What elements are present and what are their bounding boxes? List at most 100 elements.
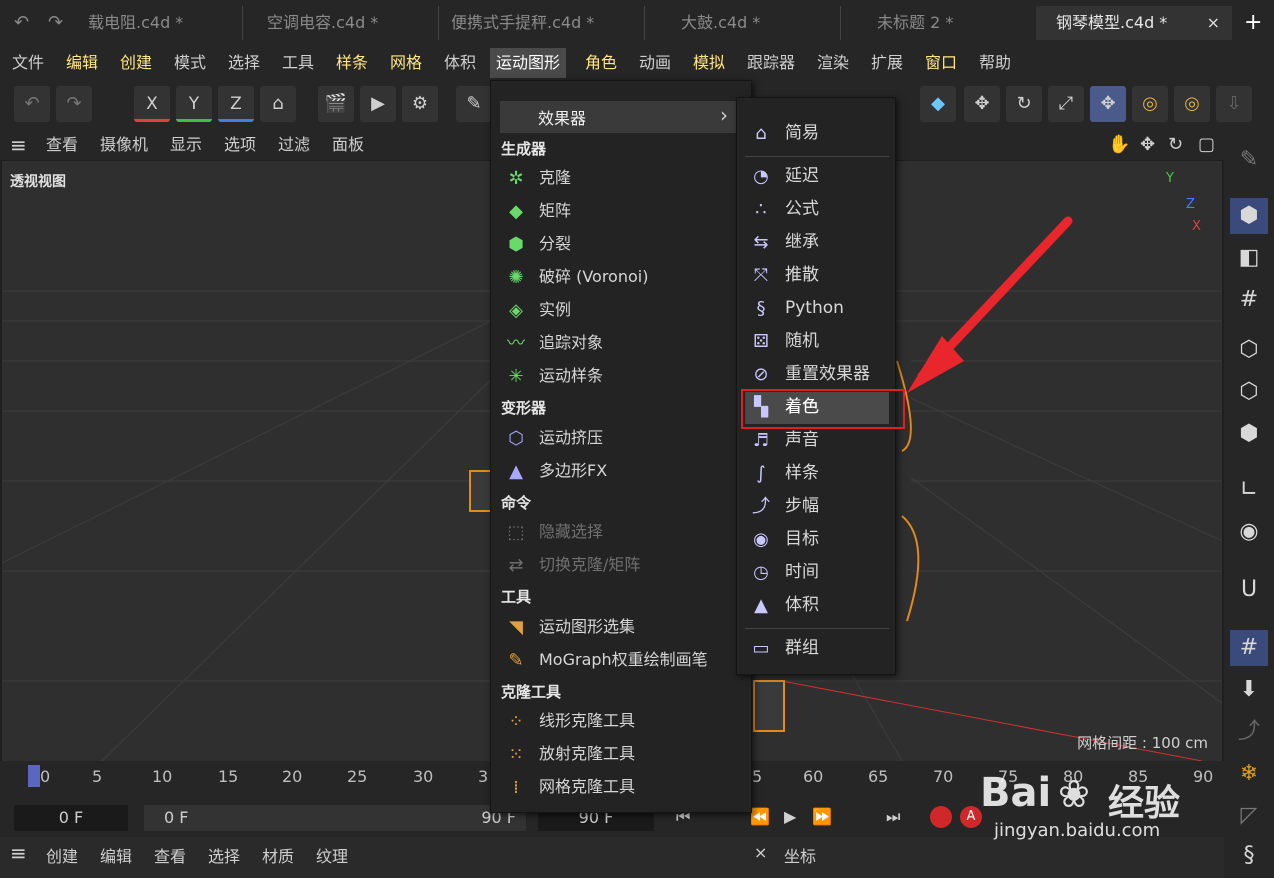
python-script-icon[interactable]: § bbox=[1230, 838, 1268, 874]
menu-tools[interactable]: 工具 bbox=[276, 48, 320, 78]
start-frame-field[interactable]: 0 F 90 F bbox=[144, 805, 526, 831]
vp-menu-camera[interactable]: 摄像机 bbox=[100, 130, 148, 160]
menu-file[interactable]: 文件 bbox=[6, 48, 50, 78]
add-tab-button[interactable]: + bbox=[1244, 10, 1262, 35]
move-active-icon[interactable]: ✥ bbox=[1090, 86, 1126, 122]
submenu-item-python[interactable]: § Python bbox=[745, 293, 889, 323]
submenu-item-inheritance[interactable]: ⇆ 继承 bbox=[745, 227, 889, 257]
menu-item-polyfx[interactable]: ▲ 多边形FX bbox=[501, 456, 741, 486]
menu-item-instance[interactable]: ◈ 实例 bbox=[501, 295, 741, 325]
prev-key-icon[interactable]: ⏪ bbox=[750, 807, 770, 826]
menu-item-grid-clone[interactable]: ⁞ 网格克隆工具 bbox=[501, 772, 741, 802]
menu-edit[interactable]: 编辑 bbox=[60, 48, 104, 78]
submenu-item-sound[interactable]: ♬ 声音 bbox=[745, 425, 889, 455]
menu-spline[interactable]: 样条 bbox=[330, 48, 374, 78]
vp-menu-panel[interactable]: 面板 bbox=[332, 130, 364, 160]
menu-mode[interactable]: 模式 bbox=[168, 48, 212, 78]
menu-tracker[interactable]: 跟踪器 bbox=[741, 48, 801, 78]
redo-icon[interactable]: ↷ bbox=[56, 86, 92, 122]
tab-6[interactable]: 钢琴模型.c4d * × bbox=[1036, 6, 1232, 40]
render-view-icon[interactable]: 🎬 bbox=[318, 86, 354, 122]
submenu-item-random[interactable]: ⚄ 随机 bbox=[745, 326, 889, 356]
menu-create[interactable]: 创建 bbox=[114, 48, 158, 78]
material-menu-select[interactable]: 选择 bbox=[208, 843, 240, 867]
menu-item-matrix[interactable]: ◆ 矩阵 bbox=[501, 196, 741, 226]
menu-help[interactable]: 帮助 bbox=[973, 48, 1017, 78]
menu-animate[interactable]: 动画 bbox=[633, 48, 677, 78]
tab-3[interactable]: 便携式手提秤.c4d * bbox=[438, 6, 644, 40]
maximize-view-icon[interactable]: ▢ bbox=[1198, 130, 1215, 160]
cube-icon[interactable]: ◆ bbox=[920, 86, 956, 122]
edges-mode-icon[interactable]: ⬡ bbox=[1230, 374, 1268, 410]
hand-icon[interactable]: ✋ bbox=[1108, 130, 1130, 160]
floor-icon[interactable]: ⬇ bbox=[1230, 672, 1268, 708]
menu-render[interactable]: 渲染 bbox=[811, 48, 855, 78]
vp-menu-view[interactable]: 查看 bbox=[46, 130, 78, 160]
material-menu-create[interactable]: 创建 bbox=[46, 843, 78, 867]
layer-icon[interactable]: ◸ bbox=[1230, 798, 1268, 834]
material-menu-edit[interactable]: 编辑 bbox=[100, 843, 132, 867]
auto-key-icon[interactable]: A bbox=[960, 806, 982, 828]
submenu-item-spline[interactable]: ∫ 样条 bbox=[745, 458, 889, 488]
z-axis-button[interactable]: Z bbox=[218, 86, 254, 122]
menu-mesh[interactable]: 网格 bbox=[384, 48, 428, 78]
hamburger-icon[interactable]: ≡ bbox=[10, 841, 27, 865]
coordinate-system-icon[interactable]: ⌂ bbox=[260, 86, 296, 122]
render-settings-icon[interactable]: ⚙ bbox=[402, 86, 438, 122]
go-end-icon[interactable]: ⏭ bbox=[886, 807, 900, 827]
edit-icon[interactable]: ✎ bbox=[1230, 142, 1268, 178]
next-key-icon[interactable]: ⏩ bbox=[812, 807, 832, 826]
menu-item-linear-clone[interactable]: ⁘ 线形克隆工具 bbox=[501, 706, 741, 736]
menu-mograph[interactable]: 运动图形 bbox=[490, 48, 567, 78]
close-icon[interactable]: × bbox=[754, 843, 767, 862]
current-frame-field[interactable]: 0 F bbox=[14, 805, 128, 831]
axis-lock-icon[interactable]: ⤴ bbox=[1230, 714, 1268, 750]
undo-icon[interactable]: ↶ bbox=[14, 86, 50, 122]
y-axis-button[interactable]: Y bbox=[176, 86, 212, 122]
menu-simulate[interactable]: 模拟 bbox=[687, 48, 731, 78]
move-view-icon[interactable]: ✥ bbox=[1140, 130, 1155, 160]
menu-item-tracer[interactable]: 〰追踪对象 bbox=[501, 328, 741, 358]
vp-menu-display[interactable]: 显示 bbox=[170, 130, 202, 160]
menu-window[interactable]: 窗口 bbox=[919, 48, 963, 78]
tab-2[interactable]: 空调电容.c4d * bbox=[242, 6, 437, 40]
menu-item-weight-brush[interactable]: ✎ MoGraph权重绘制画笔 bbox=[501, 645, 741, 675]
material-menu-material[interactable]: 材质 bbox=[262, 843, 294, 867]
submenu-item-shader[interactable]: ▚ 着色 bbox=[745, 392, 889, 422]
pen-icon[interactable]: ✎ bbox=[456, 86, 492, 122]
submenu-item-target[interactable]: ◉ 目标 bbox=[745, 524, 889, 554]
scale-icon[interactable]: ⤢ bbox=[1048, 86, 1084, 122]
render-picture-viewer-icon[interactable]: ▶ bbox=[360, 86, 396, 122]
record-icon[interactable] bbox=[930, 806, 952, 828]
rotate-icon[interactable]: ↻ bbox=[1006, 86, 1042, 122]
submenu-item-reeffector[interactable]: ⊘ 重置效果器 bbox=[745, 359, 889, 389]
menu-item-motion-spline[interactable]: ✳ 运动样条 bbox=[501, 361, 741, 391]
snap-icon[interactable]: ◎ bbox=[1132, 86, 1168, 122]
axis-mode-icon[interactable]: ∟ bbox=[1230, 472, 1268, 508]
model-mode-icon[interactable]: ⬢ bbox=[1230, 198, 1268, 234]
tab-5[interactable]: 未标题 2 * bbox=[840, 6, 1036, 40]
tab-1[interactable]: 载电阻.c4d * bbox=[88, 6, 238, 40]
rotate-view-icon[interactable]: ↻ bbox=[1168, 130, 1183, 160]
submenu-item-formula[interactable]: ∴ 公式 bbox=[745, 194, 889, 224]
menu-select[interactable]: 选择 bbox=[222, 48, 266, 78]
vp-menu-options[interactable]: 选项 bbox=[224, 130, 256, 160]
submenu-item-group[interactable]: ▭ 群组 bbox=[745, 633, 889, 663]
menu-volume[interactable]: 体积 bbox=[438, 48, 482, 78]
menu-item-extrude[interactable]: ⬡ 运动挤压 bbox=[501, 423, 741, 453]
magnet-icon[interactable]: U bbox=[1230, 572, 1268, 608]
points-mode-icon[interactable]: ⬡ bbox=[1230, 332, 1268, 368]
x-axis-button[interactable]: X bbox=[134, 86, 170, 122]
snap-settings-icon[interactable]: ◎ bbox=[1174, 86, 1210, 122]
vp-menu-filter[interactable]: 过滤 bbox=[278, 130, 310, 160]
workplane-icon[interactable]: # bbox=[1230, 630, 1268, 666]
playhead[interactable] bbox=[28, 765, 40, 787]
undo-icon[interactable]: ↶ bbox=[14, 12, 29, 33]
download-icon[interactable]: ⇩ bbox=[1216, 86, 1252, 122]
texture-mode-icon[interactable]: # bbox=[1230, 282, 1268, 318]
material-menu-texture[interactable]: 纹理 bbox=[316, 843, 348, 867]
submenu-item-plain[interactable]: ⌂ 简易 bbox=[745, 118, 889, 148]
menu-item-radial-clone[interactable]: ⁙ 放射克隆工具 bbox=[501, 739, 741, 769]
menu-item-clone[interactable]: ✲ 克隆 bbox=[501, 163, 741, 193]
effector-menu-item[interactable]: 效果器 › bbox=[500, 101, 742, 133]
